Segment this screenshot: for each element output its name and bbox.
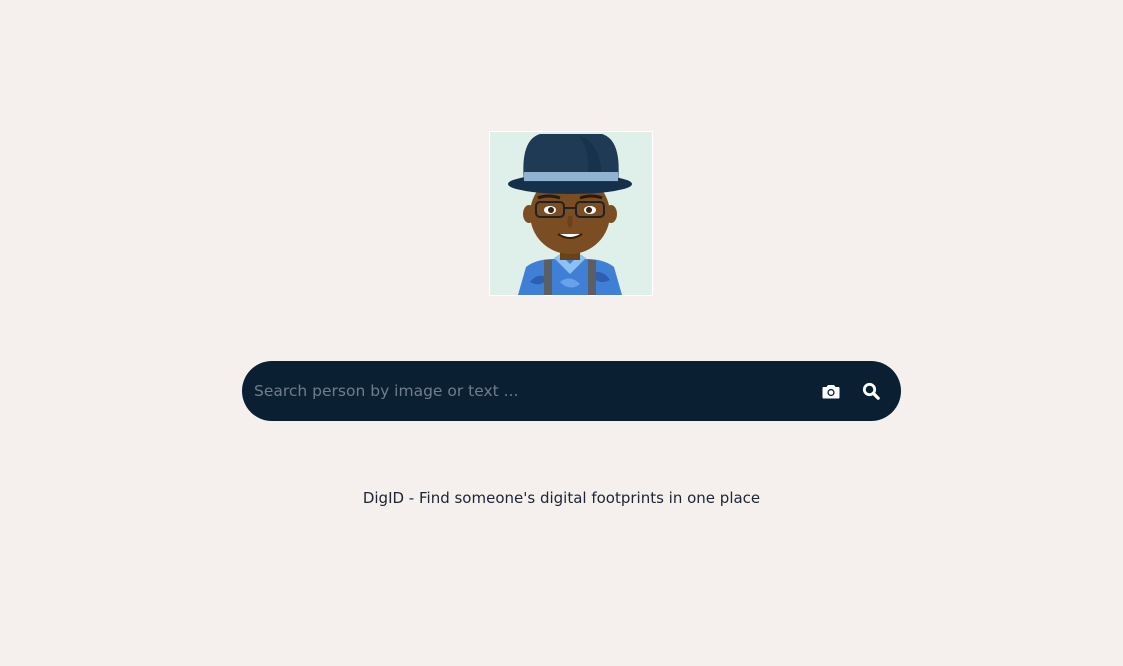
search-input[interactable] (254, 376, 802, 406)
avatar-logo (489, 131, 653, 296)
search-bar (242, 361, 901, 421)
search-button[interactable] (859, 379, 883, 403)
page: DigID - Find someone's digital footprint… (0, 0, 1123, 666)
tagline: DigID - Find someone's digital footprint… (362, 489, 761, 507)
search-icon (862, 382, 880, 400)
camera-search-button[interactable] (819, 379, 843, 403)
camera-icon (822, 384, 840, 398)
avatar-icon (490, 132, 652, 295)
